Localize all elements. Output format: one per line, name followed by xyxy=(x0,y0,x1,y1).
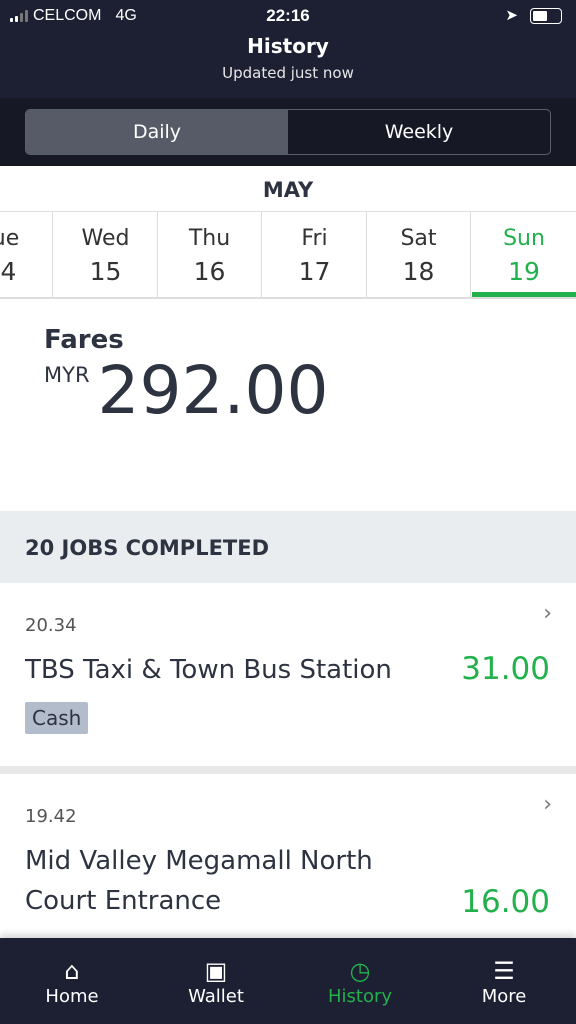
nav-label: Home xyxy=(45,986,99,1007)
day-wed[interactable]: Wed 15 xyxy=(54,212,158,297)
payment-badge: Cash xyxy=(25,702,89,734)
day-number: 15 xyxy=(89,257,122,286)
job-price: 16.00 xyxy=(461,884,550,920)
nav-history[interactable]: ◷ History xyxy=(288,938,432,1024)
status-bar: CELCOM 4G 22:16 ➤ xyxy=(0,0,576,32)
nav-home[interactable]: ⌂ Home xyxy=(0,938,144,1024)
day-fri[interactable]: Fri 17 xyxy=(263,212,367,297)
page-title: History xyxy=(247,34,329,58)
day-number: 19 xyxy=(508,257,540,286)
battery-icon xyxy=(530,8,562,24)
day-name: Sat xyxy=(400,226,437,251)
day-number: 16 xyxy=(193,257,226,286)
menu-icon: ☰ xyxy=(493,957,515,985)
location-icon: ➤ xyxy=(505,7,518,24)
day-number: 18 xyxy=(402,257,435,286)
fares-amount: 292.00 xyxy=(97,352,329,429)
wallet-icon: ▣ xyxy=(204,957,228,985)
day-name: Tue xyxy=(0,226,20,251)
day-number: 14 xyxy=(0,257,17,286)
day-name: Thu xyxy=(188,226,231,251)
job-price: 31.00 xyxy=(461,651,550,687)
tab-weekly[interactable]: Weekly xyxy=(288,110,550,154)
day-sat[interactable]: Sat 18 xyxy=(367,212,471,297)
day-tue[interactable]: Tue 14 xyxy=(0,212,53,297)
job-time: 20.34 xyxy=(25,615,77,636)
day-name: Wed xyxy=(81,226,130,251)
home-icon: ⌂ xyxy=(64,957,80,985)
nav-wallet[interactable]: ▣ Wallet xyxy=(144,938,288,1024)
day-thu[interactable]: Thu 16 xyxy=(158,212,262,297)
job-item[interactable]: › 19.42 Mid Valley Megamall North Court … xyxy=(0,774,576,921)
job-destination: TBS Taxi & Town Bus Station xyxy=(25,655,392,685)
top-bar: CELCOM 4G 22:16 ➤ History Updated just n… xyxy=(0,0,576,98)
period-switch: Daily Weekly xyxy=(0,98,576,166)
chevron-right-icon: › xyxy=(543,792,552,817)
day-sun[interactable]: Sun 19 xyxy=(472,212,576,297)
chevron-right-icon: › xyxy=(543,601,552,626)
day-strip[interactable]: Tue 14 Wed 15 Thu 16 Fri 17 Sat 18 Sun 19 xyxy=(0,212,576,299)
job-time: 19.42 xyxy=(25,806,77,827)
nav-label: More xyxy=(481,986,527,1007)
fares-summary: Fares MYR 292.00 xyxy=(0,299,576,511)
day-name: Sun xyxy=(503,226,545,251)
day-name: Fri xyxy=(301,226,328,251)
nav-more[interactable]: ☰ More xyxy=(432,938,576,1024)
jobs-count-header: 20 JOBS COMPLETED xyxy=(0,511,576,583)
job-destination: Mid Valley Megamall North Court Entrance xyxy=(25,846,373,916)
clock: 22:16 xyxy=(266,6,310,25)
job-item[interactable]: › 20.34 TBS Taxi & Town Bus Station 31.0… xyxy=(0,583,576,774)
fares-label: Fares xyxy=(44,325,124,355)
tab-daily[interactable]: Daily xyxy=(26,110,288,154)
bottom-nav: ⌂ Home ▣ Wallet ◷ History ☰ More xyxy=(0,938,576,1024)
month-label: MAY xyxy=(0,166,576,212)
nav-label: Wallet xyxy=(188,986,244,1007)
page-subtitle: Updated just now xyxy=(222,64,354,82)
day-number: 17 xyxy=(298,257,331,286)
history-icon: ◷ xyxy=(349,957,371,985)
currency: MYR xyxy=(44,363,90,387)
nav-label: History xyxy=(327,986,393,1007)
